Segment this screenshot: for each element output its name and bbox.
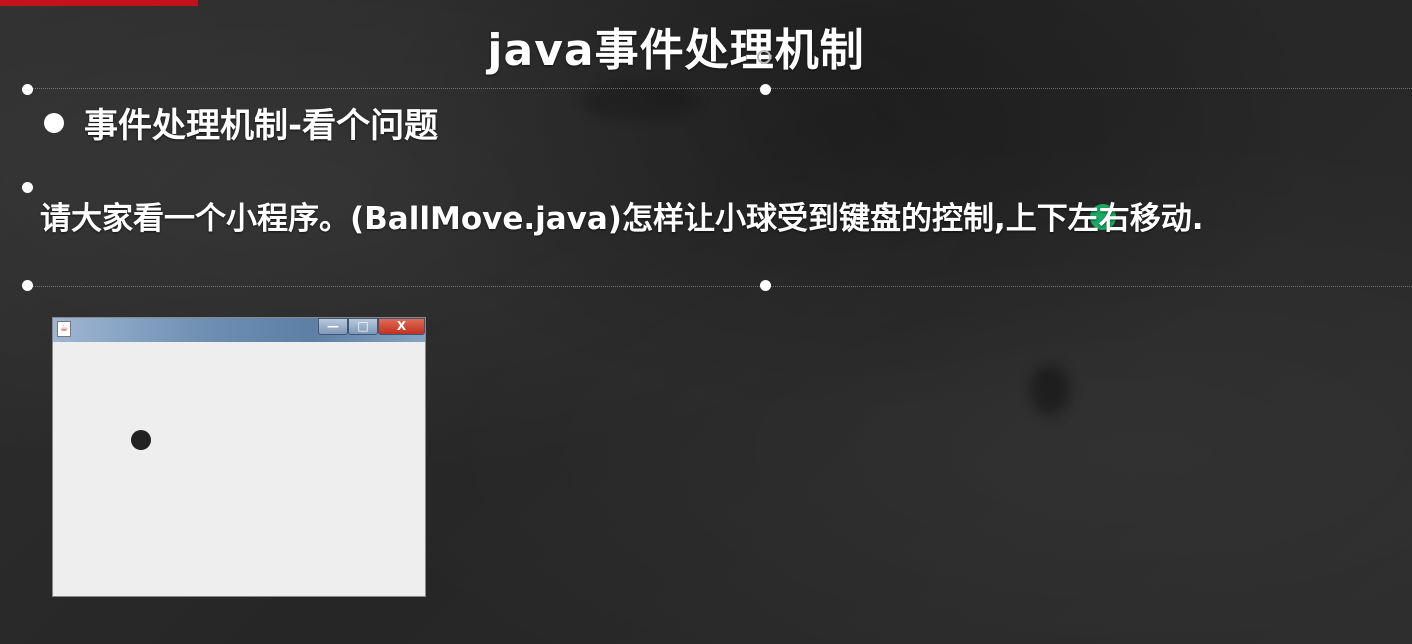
resize-handle-top-left[interactable]	[22, 84, 33, 95]
resize-handle-top-middle[interactable]	[760, 84, 771, 95]
ball	[131, 430, 151, 450]
slide-heading: 事件处理机制-看个问题	[84, 106, 439, 146]
maximize-button[interactable]: □	[348, 318, 378, 335]
close-button[interactable]: X	[378, 318, 425, 335]
slide-title: java事件处理机制	[487, 25, 865, 76]
window-canvas[interactable]	[55, 344, 423, 594]
slide-body-text[interactable]: 请大家看一个小程序。(BallMove.java)怎样让小球受到键盘的控制,上下…	[40, 193, 1204, 238]
java-cup-icon: ☕	[57, 321, 71, 337]
resize-handle-middle-left[interactable]	[22, 182, 33, 193]
minimize-button[interactable]: —	[318, 318, 348, 335]
resize-handle-bottom-middle[interactable]	[760, 280, 771, 291]
heading-bullet-line: 事件处理机制-看个问题	[44, 98, 438, 147]
accent-bar	[0, 0, 198, 6]
pointer-cursor-icon	[757, 50, 771, 64]
java-ballmove-window[interactable]: ☕ — □ X	[53, 318, 425, 596]
resize-handle-bottom-left[interactable]	[22, 280, 33, 291]
chalk-smudge	[1030, 365, 1070, 415]
bullet-icon	[44, 112, 64, 133]
window-titlebar[interactable]: ☕ — □ X	[53, 318, 425, 342]
